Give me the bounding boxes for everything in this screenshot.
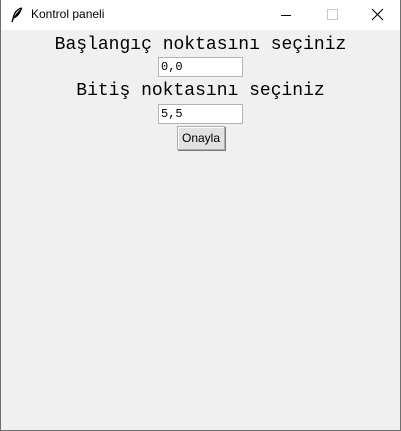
confirm-button[interactable]: Onayla [177,126,225,150]
end-point-label: Bitiş noktasını seçiniz [76,81,325,101]
end-point-input[interactable] [158,104,243,124]
close-icon [354,0,400,30]
window-title: Kontrol paneli [31,7,105,21]
maximize-icon [309,0,355,30]
start-point-label: Başlangıç noktasını seçiniz [54,35,347,55]
app-window: Kontrol paneli Başlangıç noktasını seçin… [0,0,401,431]
minimize-icon [263,0,309,30]
form-area: Başlangıç noktasını seçiniz Bitiş noktas… [1,30,400,430]
maximize-button[interactable] [309,0,355,30]
start-point-input[interactable] [158,57,243,77]
close-button[interactable] [354,0,400,30]
title-bar[interactable]: Kontrol paneli [1,0,400,30]
minimize-button[interactable] [263,0,309,30]
feather-icon [10,7,24,23]
